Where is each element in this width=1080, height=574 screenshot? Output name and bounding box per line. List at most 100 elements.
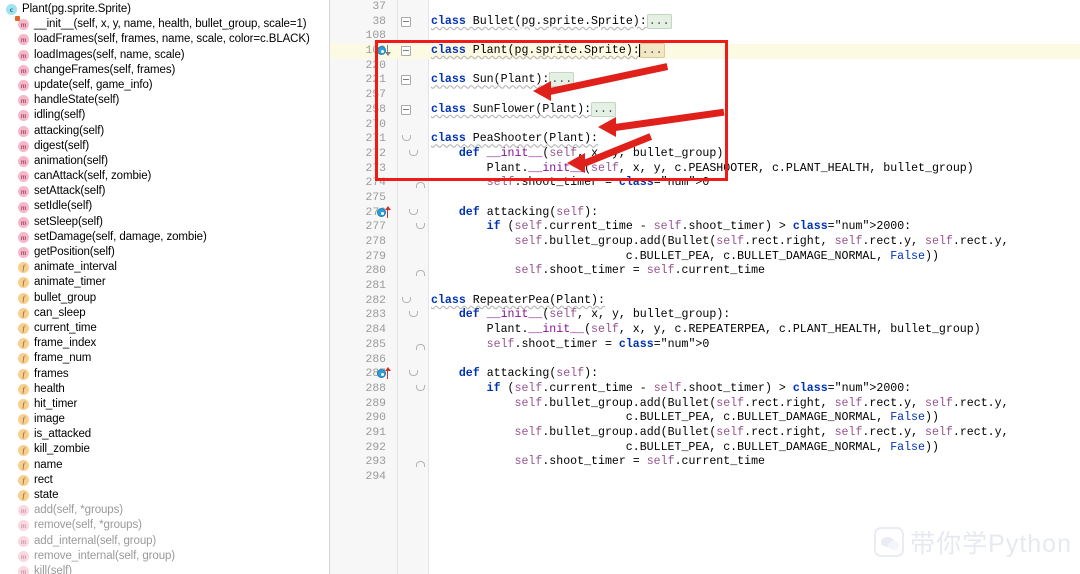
structure-item-method[interactable]: m attacking(self) xyxy=(0,124,329,139)
structure-item-field[interactable]: f hit_timer xyxy=(0,397,329,412)
fold-toggle-icon[interactable] xyxy=(401,134,411,144)
implemented-method-icon[interactable] xyxy=(377,45,391,57)
structure-item-class[interactable]: c Plant(pg.sprite.Sprite) xyxy=(0,2,329,17)
code-line[interactable]: 288 if (self.current_time - self.shoot_t… xyxy=(330,382,1080,397)
structure-item-field[interactable]: f can_sleep xyxy=(0,306,329,321)
structure-item-method[interactable]: m kill(self) xyxy=(0,564,329,574)
fold-toggle-icon[interactable] xyxy=(415,222,425,232)
structure-item-field[interactable]: f rect xyxy=(0,473,329,488)
fold-toggle-icon[interactable] xyxy=(408,369,418,379)
code-line[interactable]: 294 xyxy=(330,470,1080,485)
fold-toggle-icon[interactable] xyxy=(408,208,418,218)
code-line[interactable]: 37 xyxy=(330,0,1080,15)
fold-toggle-icon[interactable] xyxy=(415,266,425,277)
fold-toggle-icon[interactable] xyxy=(401,75,411,86)
structure-item-method[interactable]: m remove_internal(self, group) xyxy=(0,549,329,564)
code-line[interactable]: 289 self.bullet_group.add(Bullet(self.re… xyxy=(330,397,1080,412)
code-line[interactable]: 286 xyxy=(330,353,1080,368)
code-editor[interactable]: 37 38 class Bullet(pg.sprite.Sprite):... 10… xyxy=(330,0,1080,574)
structure-item-label: canAttack(self, zombie) xyxy=(34,170,152,183)
structure-item-method[interactable]: m add(self, *groups) xyxy=(0,503,329,518)
structure-item-method[interactable]: m handleState(self) xyxy=(0,93,329,108)
structure-item-field[interactable]: f is_attacked xyxy=(0,427,329,442)
overriding-method-icon[interactable] xyxy=(377,205,391,219)
code-line[interactable]: 276 def attacking(self): xyxy=(330,205,1080,221)
code-text: class Bullet(pg.sprite.Sprite):... xyxy=(431,13,672,29)
structure-item-method[interactable]: m remove(self, *groups) xyxy=(0,518,329,533)
structure-item-method[interactable]: m setAttack(self) xyxy=(0,184,329,199)
code-line[interactable]: 275 xyxy=(330,191,1080,206)
structure-item-label: setDamage(self, damage, zombie) xyxy=(34,230,207,243)
structure-tool-window[interactable]: c Plant(pg.sprite.Sprite) m __init__(self, … xyxy=(0,0,330,574)
fold-toggle-icon[interactable] xyxy=(401,46,411,57)
structure-item-field[interactable]: f kill_zombie xyxy=(0,442,329,457)
structure-item-method[interactable]: m idling(self) xyxy=(0,108,329,123)
structure-item-method[interactable]: m changeFrames(self, frames) xyxy=(0,63,329,78)
fold-placeholder[interactable]: ... xyxy=(591,101,616,117)
structure-item-method[interactable]: m setSleep(self) xyxy=(0,215,329,230)
fold-placeholder[interactable]: ... xyxy=(639,43,665,59)
structure-item-method[interactable]: m setDamage(self, damage, zombie) xyxy=(0,230,329,245)
code-line[interactable]: 277 if (self.current_time - self.shoot_t… xyxy=(330,220,1080,235)
code-line[interactable]: 271 class PeaShooter(Plant): xyxy=(330,132,1080,147)
code-line[interactable]: 109 class Plant(pg.sprite.Sprite):... xyxy=(330,43,1080,59)
fold-toggle-icon[interactable] xyxy=(415,340,425,350)
fold-placeholder[interactable]: ... xyxy=(549,72,575,88)
code-line[interactable]: 292 c.BULLET_PEA, c.BULLET_DAMAGE_NORMAL… xyxy=(330,441,1080,456)
code-line[interactable]: 279 c.BULLET_PEA, c.BULLET_DAMAGE_NORMAL… xyxy=(330,250,1080,265)
code-line[interactable]: 283 def __init__(self, x, y, bullet_grou… xyxy=(330,308,1080,323)
structure-item-method[interactable]: m animation(self) xyxy=(0,154,329,169)
code-line[interactable]: 278 self.bullet_group.add(Bullet(self.re… xyxy=(330,235,1080,250)
structure-item-field[interactable]: f state xyxy=(0,488,329,503)
code-line[interactable]: 280 self.shoot_timer = self.current_time xyxy=(330,264,1080,279)
fold-placeholder[interactable]: ... xyxy=(646,13,672,29)
code-line[interactable]: 284 Plant.__init__(self, x, y, c.REPEATE… xyxy=(330,323,1080,338)
code-line[interactable]: 282 class RepeaterPea(Plant): xyxy=(330,294,1080,309)
structure-item-method[interactable]: m getPosition(self) xyxy=(0,245,329,260)
code-line[interactable]: 293 self.shoot_timer = self.current_time xyxy=(330,455,1080,470)
code-line[interactable]: 220 xyxy=(330,59,1080,74)
code-line[interactable]: 273 Plant.__init__(self, x, y, c.PEASHOO… xyxy=(330,162,1080,177)
fold-toggle-icon[interactable] xyxy=(415,384,425,394)
fold-toggle-icon[interactable] xyxy=(401,104,411,115)
structure-item-method[interactable]: m __init__(self, x, y, name, health, bull… xyxy=(0,16,329,32)
code-lines[interactable]: 37 38 class Bullet(pg.sprite.Sprite):... 10… xyxy=(330,0,1080,485)
structure-item-field[interactable]: f animate_timer xyxy=(0,275,329,290)
structure-item-method[interactable]: m canAttack(self, zombie) xyxy=(0,169,329,184)
code-line[interactable]: 270 xyxy=(330,118,1080,133)
structure-item-method[interactable]: m loadImages(self, name, scale) xyxy=(0,48,329,63)
structure-item-field[interactable]: f frame_index xyxy=(0,336,329,351)
code-line[interactable]: 291 self.bullet_group.add(Bullet(self.re… xyxy=(330,426,1080,441)
structure-item-field[interactable]: f name xyxy=(0,458,329,473)
code-line[interactable]: 221 class Sun(Plant):... xyxy=(330,72,1080,88)
overriding-method-icon[interactable] xyxy=(377,367,391,380)
structure-item-method[interactable]: m setIdle(self) xyxy=(0,199,329,214)
code-line[interactable]: 287 def attacking(self): xyxy=(330,367,1080,382)
fold-toggle-icon[interactable] xyxy=(401,16,411,27)
code-line[interactable]: 285 self.shoot_timer = class="num">0 xyxy=(330,338,1080,353)
fold-toggle-icon[interactable] xyxy=(401,296,411,306)
structure-item-field[interactable]: f animate_interval xyxy=(0,260,329,275)
code-line[interactable]: 272 def __init__(self, x, y, bullet_grou… xyxy=(330,147,1080,162)
code-line[interactable]: 290 c.BULLET_PEA, c.BULLET_DAMAGE_NORMAL… xyxy=(330,411,1080,426)
structure-item-field[interactable]: f frame_num xyxy=(0,351,329,366)
structure-item-field[interactable]: f image xyxy=(0,412,329,427)
structure-item-method[interactable]: m loadFrames(self, frames, name, scale, c… xyxy=(0,32,329,47)
structure-item-field[interactable]: f current_time xyxy=(0,321,329,336)
fold-toggle-icon[interactable] xyxy=(408,149,418,159)
fold-toggle-icon[interactable] xyxy=(415,457,425,468)
code-line[interactable]: 108 xyxy=(330,29,1080,44)
code-line[interactable]: 258 class SunFlower(Plant):... xyxy=(330,101,1080,118)
code-line[interactable]: 274 self.shoot_timer = class="num">0 xyxy=(330,176,1080,191)
fold-toggle-icon[interactable] xyxy=(415,178,425,189)
structure-item-field[interactable]: f bullet_group xyxy=(0,291,329,306)
fold-toggle-icon[interactable] xyxy=(408,310,418,320)
structure-item-method[interactable]: m add_internal(self, group) xyxy=(0,534,329,549)
structure-item-method[interactable]: m digest(self) xyxy=(0,139,329,154)
code-line[interactable]: 281 xyxy=(330,279,1080,294)
structure-item-field[interactable]: f health xyxy=(0,382,329,397)
code-line[interactable]: 38 class Bullet(pg.sprite.Sprite):... xyxy=(330,13,1080,30)
structure-item-field[interactable]: f frames xyxy=(0,367,329,382)
code-line[interactable]: 257 xyxy=(330,88,1080,103)
structure-item-method[interactable]: m update(self, game_info) xyxy=(0,78,329,93)
